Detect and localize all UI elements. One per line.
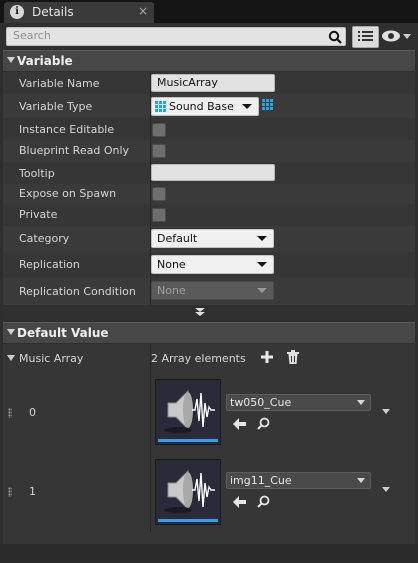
label: Replication Condition bbox=[19, 285, 136, 298]
label: Tooltip bbox=[19, 167, 55, 180]
section-header-default-value[interactable]: Default Value bbox=[3, 322, 415, 343]
replication-select[interactable]: None bbox=[151, 255, 274, 274]
info-icon: i bbox=[10, 5, 24, 19]
trash-icon[interactable] bbox=[287, 350, 299, 364]
section-title: Default Value bbox=[17, 326, 109, 340]
row-category: Category Default bbox=[3, 226, 415, 252]
collapse-arrow-icon bbox=[7, 329, 15, 335]
list-icon bbox=[358, 31, 373, 41]
section-header-variable[interactable]: Variable bbox=[3, 50, 415, 71]
container-type-icon[interactable] bbox=[262, 99, 274, 111]
use-selected-arrow-icon[interactable] bbox=[233, 496, 247, 508]
chevron-down-icon bbox=[257, 262, 267, 267]
asset-picker-combo[interactable]: tw050_Cue bbox=[226, 394, 371, 411]
replication-condition-select[interactable]: None bbox=[151, 281, 274, 300]
column-divider[interactable] bbox=[150, 204, 151, 226]
asset-type-bar bbox=[158, 439, 218, 442]
use-selected-arrow-icon[interactable] bbox=[233, 418, 247, 430]
element-options-chevron-icon[interactable] bbox=[382, 409, 390, 414]
browse-search-icon[interactable] bbox=[257, 417, 270, 430]
array-element-row: 1 img11_Cue bbox=[3, 452, 415, 532]
column-divider[interactable] bbox=[150, 452, 151, 532]
row-tooltip: Tooltip bbox=[3, 162, 415, 184]
row-variable-name: Variable Name MusicArray bbox=[3, 72, 415, 94]
label: Music Array bbox=[19, 352, 84, 365]
asset-name: img11_Cue bbox=[230, 474, 292, 487]
expose-on-spawn-checkbox[interactable] bbox=[152, 187, 166, 201]
expand-arrow-icon[interactable] bbox=[7, 355, 15, 361]
variable-name-input[interactable]: MusicArray bbox=[151, 74, 275, 92]
sound-cue-icon bbox=[164, 469, 215, 513]
row-private: Private bbox=[3, 204, 415, 226]
search-placeholder: Search bbox=[13, 29, 51, 42]
eye-icon bbox=[382, 30, 400, 42]
instance-editable-checkbox[interactable] bbox=[152, 123, 166, 137]
element-index: 1 bbox=[29, 485, 36, 498]
variable-type-value: Sound Base bbox=[169, 100, 234, 113]
tooltip-input[interactable] bbox=[151, 164, 275, 181]
close-tab-button[interactable]: × bbox=[138, 4, 148, 18]
private-checkbox[interactable] bbox=[152, 208, 166, 222]
add-element-button[interactable] bbox=[261, 351, 273, 363]
category-select[interactable]: Default bbox=[151, 229, 274, 248]
chevron-down-icon bbox=[403, 34, 411, 39]
search-input[interactable]: Search bbox=[6, 27, 346, 46]
label: Instance Editable bbox=[19, 123, 115, 136]
column-divider[interactable] bbox=[150, 372, 151, 452]
panel-bottom bbox=[3, 532, 415, 544]
view-options-button[interactable] bbox=[381, 29, 411, 43]
panel-footer bbox=[0, 544, 418, 563]
label: Variable Name bbox=[19, 77, 100, 90]
array-grid-icon bbox=[155, 101, 167, 113]
asset-thumbnail[interactable] bbox=[155, 379, 221, 445]
tab-details[interactable]: i Details × bbox=[4, 2, 154, 23]
section-title: Variable bbox=[17, 54, 73, 68]
asset-picker-combo[interactable]: img11_Cue bbox=[226, 472, 371, 489]
element-options-chevron-icon[interactable] bbox=[382, 487, 390, 492]
label: Private bbox=[19, 208, 58, 221]
drag-handle-icon[interactable] bbox=[8, 487, 12, 497]
label: Blueprint Read Only bbox=[19, 144, 130, 157]
column-divider[interactable] bbox=[150, 118, 151, 140]
sound-cue-icon bbox=[164, 389, 215, 433]
element-index: 0 bbox=[29, 406, 36, 419]
chevron-down-icon bbox=[257, 288, 267, 293]
blueprint-read-only-checkbox[interactable] bbox=[152, 144, 166, 158]
label: Variable Type bbox=[19, 100, 93, 113]
collapse-arrow-icon bbox=[7, 57, 15, 63]
property-matrix-button[interactable] bbox=[352, 26, 379, 48]
row-blueprint-read-only: Blueprint Read Only bbox=[3, 140, 415, 162]
row-instance-editable: Instance Editable bbox=[3, 118, 415, 140]
asset-thumbnail[interactable] bbox=[155, 459, 221, 525]
tab-title: Details bbox=[32, 5, 74, 19]
row-replication: Replication None bbox=[3, 252, 415, 278]
row-variable-type: Variable Type Sound Base bbox=[3, 94, 415, 118]
row-expose-on-spawn: Expose on Spawn bbox=[3, 184, 415, 204]
category-value: Default bbox=[157, 232, 198, 245]
expand-advanced-icon bbox=[195, 308, 205, 316]
asset-name: tw050_Cue bbox=[230, 396, 292, 409]
array-element-row: 0 tw050_Cue bbox=[3, 372, 415, 452]
advanced-expander[interactable] bbox=[3, 305, 415, 320]
column-divider[interactable] bbox=[150, 184, 151, 204]
drag-handle-icon[interactable] bbox=[8, 408, 12, 418]
chevron-down-icon bbox=[357, 478, 365, 483]
label: Category bbox=[19, 232, 70, 245]
label: Replication bbox=[19, 258, 80, 271]
column-divider[interactable] bbox=[150, 140, 151, 162]
variable-type-select[interactable]: Sound Base bbox=[151, 97, 259, 116]
chevron-down-icon bbox=[357, 400, 365, 405]
chevron-down-icon bbox=[257, 236, 267, 241]
chevron-down-icon bbox=[242, 104, 252, 109]
replication-value: None bbox=[157, 258, 186, 271]
label: Expose on Spawn bbox=[19, 187, 117, 200]
asset-type-bar bbox=[158, 519, 218, 522]
array-count: 2 Array elements bbox=[151, 352, 246, 365]
browse-search-icon[interactable] bbox=[257, 495, 270, 508]
search-icon[interactable] bbox=[328, 30, 342, 44]
row-music-array: Music Array 2 Array elements bbox=[3, 344, 415, 372]
row-replication-condition: Replication Condition None bbox=[3, 278, 415, 305]
replication-condition-value: None bbox=[157, 284, 186, 297]
